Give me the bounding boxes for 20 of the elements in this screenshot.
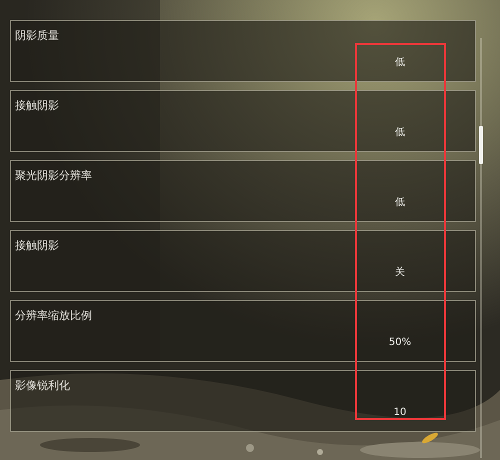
scrollbar[interactable] — [480, 38, 482, 458]
setting-value: 低 — [395, 197, 405, 209]
setting-row[interactable]: 影像锐利化 10 — [10, 370, 476, 432]
setting-row[interactable]: 聚光阴影分辨率 低 — [10, 160, 476, 222]
setting-label: 分辨率缩放比例 — [15, 309, 92, 323]
setting-label: 聚光阴影分辨率 — [15, 169, 92, 183]
setting-label: 影像锐利化 — [15, 379, 70, 393]
setting-row[interactable]: 阴影质量 低 — [10, 20, 476, 82]
setting-value: 低 — [395, 127, 405, 139]
setting-label: 接触阴影 — [15, 239, 59, 253]
setting-row[interactable]: 分辨率缩放比例 50% — [10, 300, 476, 362]
setting-value: 50% — [388, 337, 412, 349]
setting-value: 低 — [395, 57, 405, 69]
scrollbar-thumb[interactable] — [479, 126, 483, 164]
setting-row[interactable]: 接触阴影 关 — [10, 230, 476, 292]
setting-value: 10 — [394, 407, 406, 419]
setting-value: 关 — [395, 267, 405, 279]
setting-label: 阴影质量 — [15, 29, 59, 43]
setting-label: 接触阴影 — [15, 99, 59, 113]
setting-row[interactable]: 接触阴影 低 — [10, 90, 476, 152]
